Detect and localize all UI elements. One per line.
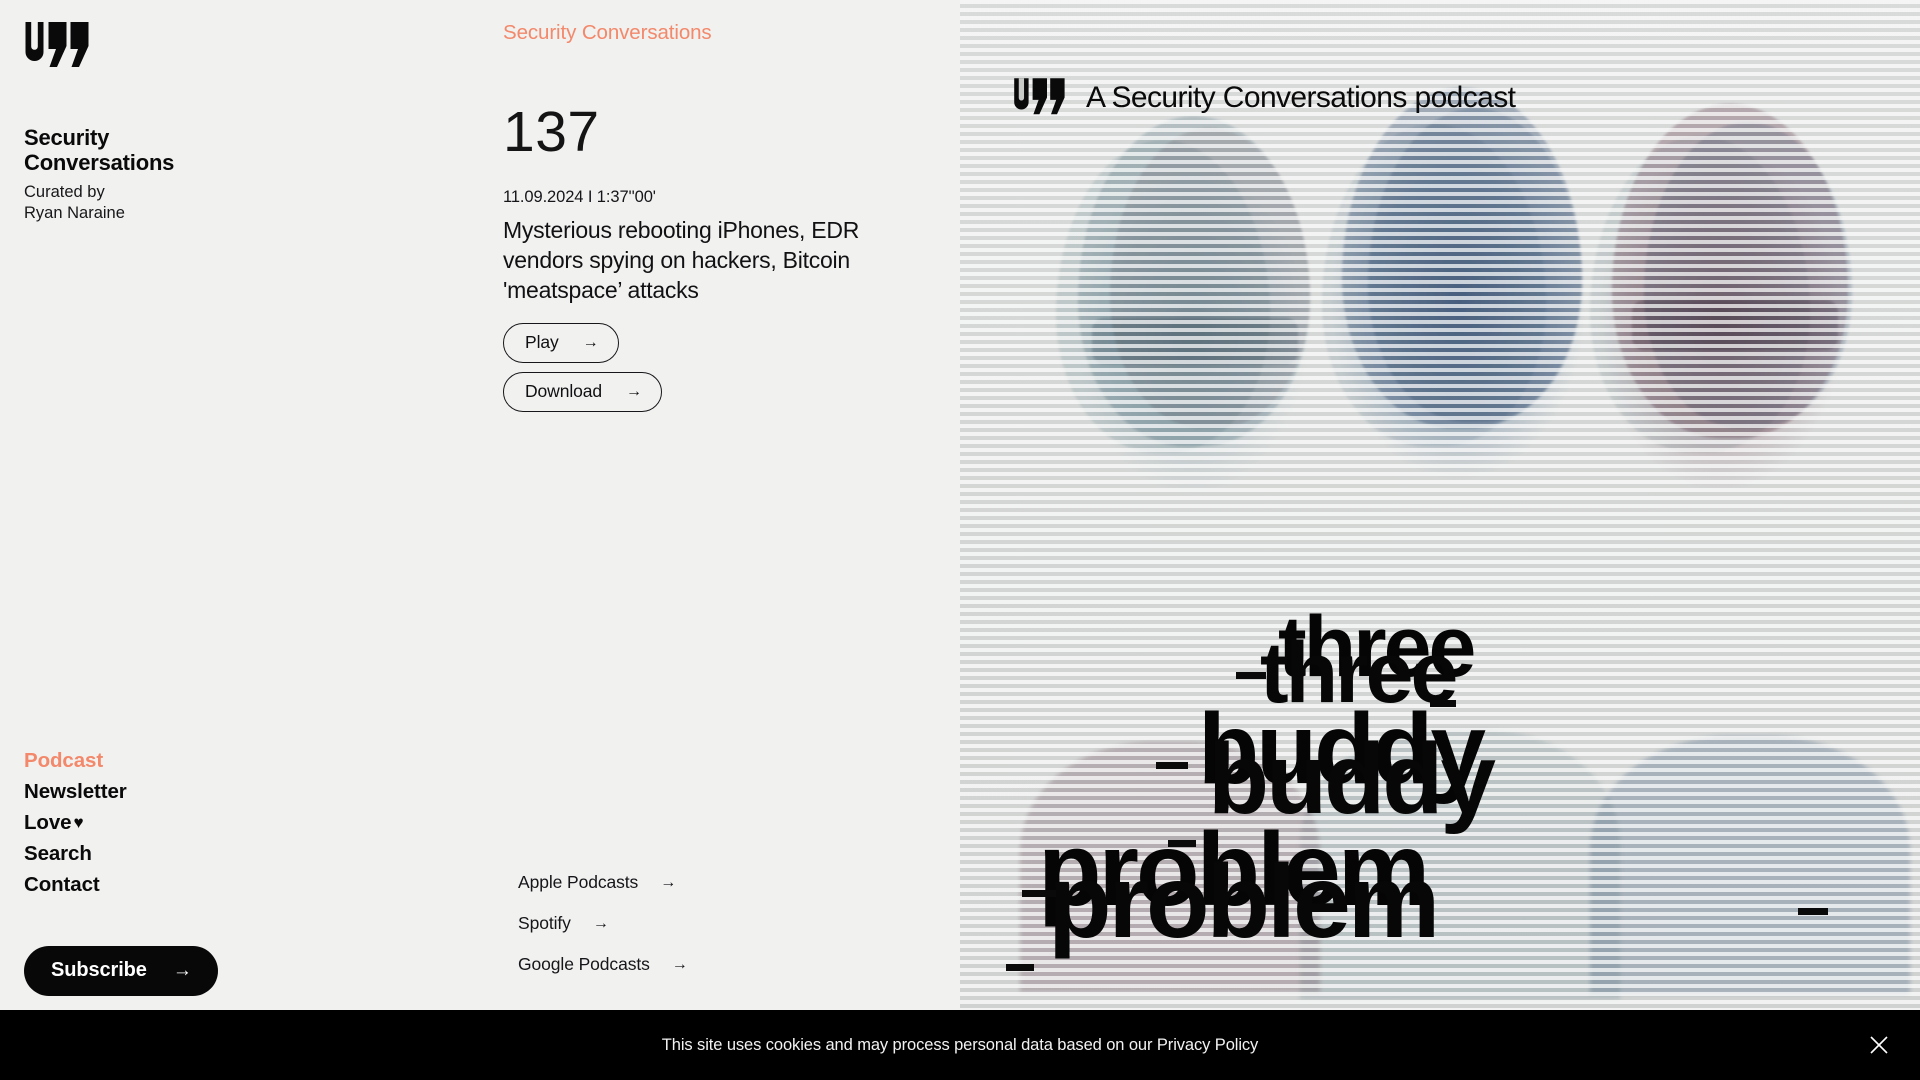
nav-item-label: Newsletter <box>24 780 127 803</box>
eyeglasses-hint <box>1632 300 1838 350</box>
artwork-header: A Security Conversations podcast <box>1013 78 1516 117</box>
podcast-page: Security Conversations Curated by Ryan N… <box>0 0 1920 1080</box>
arrow-right-icon: → <box>660 873 677 891</box>
platform-link-apple-podcasts[interactable]: Apple Podcasts → <box>518 872 676 893</box>
cookie-banner: This site uses cookies and may process p… <box>0 1010 1920 1080</box>
platform-links: Apple Podcasts → Spotify → Google Podcas… <box>518 872 688 995</box>
nav-item-podcast[interactable]: Podcast <box>24 748 127 773</box>
platform-link-spotify[interactable]: Spotify → <box>518 913 609 934</box>
cookie-banner-text: This site uses cookies and may process p… <box>661 1035 1259 1055</box>
host-torso <box>1020 742 1320 992</box>
episode-artwork[interactable] <box>960 0 1920 1012</box>
hosts-portrait-photo <box>960 0 1920 1012</box>
eyeglasses-hint <box>1092 318 1298 364</box>
nav-item-label: Podcast <box>24 749 104 772</box>
privacy-policy-link[interactable]: Privacy Policy <box>1157 1036 1258 1054</box>
nav-item-label: Contact <box>24 873 100 896</box>
episode-number: 137 <box>503 100 600 164</box>
download-button[interactable]: Download → <box>503 372 662 412</box>
main-nav: Podcast Newsletter Love ♥ Search Contact <box>24 748 127 903</box>
platform-link-google-podcasts[interactable]: Google Podcasts → <box>518 954 688 975</box>
host-torso <box>1300 730 1620 1000</box>
platform-link-label: Apple Podcasts <box>518 872 639 892</box>
heart-icon: ♥ <box>73 813 84 832</box>
sidebar: Security Conversations Curated by Ryan N… <box>0 0 500 1010</box>
arrow-right-icon: → <box>626 382 642 400</box>
quote-mark-logo-icon[interactable] <box>24 22 94 70</box>
episode-meta: 11.09.2024 I 1:37''00' <box>503 188 656 206</box>
close-icon[interactable] <box>1864 1030 1894 1060</box>
episode-actions: Play → Download → <box>503 323 662 421</box>
platform-link-label: Spotify <box>518 913 571 933</box>
nav-item-label: Love <box>24 811 72 834</box>
play-button[interactable]: Play → <box>503 323 619 363</box>
cookie-banner-message: This site uses cookies and may process p… <box>661 1035 1157 1054</box>
nav-item-search[interactable]: Search <box>24 841 127 866</box>
arrow-right-icon: → <box>582 333 599 351</box>
nav-item-contact[interactable]: Contact <box>24 872 127 897</box>
nav-item-love[interactable]: Love ♥ <box>24 810 127 835</box>
play-button-label: Play <box>525 332 559 352</box>
curated-by-label: Curated by <box>24 183 105 202</box>
arrow-right-icon: → <box>172 960 192 981</box>
nav-item-label: Search <box>24 842 92 865</box>
curator-name: Ryan Naraine <box>24 204 125 223</box>
subscribe-button-label: Subscribe <box>51 959 147 981</box>
brand-curator: Curated by Ryan Naraine <box>24 182 500 224</box>
host-torso <box>1590 736 1910 994</box>
main-content: Security Conversations 137 11.09.2024 I … <box>503 0 958 1010</box>
breadcrumb-eyebrow[interactable]: Security Conversations <box>503 21 712 45</box>
arrow-right-icon: → <box>592 914 609 932</box>
platform-link-label: Google Podcasts <box>518 954 650 974</box>
artwork-header-text: A Security Conversations podcast <box>1086 80 1516 114</box>
episode-title: Mysterious rebooting iPhones, EDR vendor… <box>503 217 860 303</box>
download-button-label: Download <box>525 381 603 401</box>
arrow-right-icon: → <box>671 955 688 973</box>
brand-title: Security Conversations <box>24 125 175 175</box>
quote-mark-logo-icon <box>1014 78 1065 115</box>
subscribe-button[interactable]: Subscribe → <box>24 946 218 996</box>
nav-item-newsletter[interactable]: Newsletter <box>24 779 127 804</box>
